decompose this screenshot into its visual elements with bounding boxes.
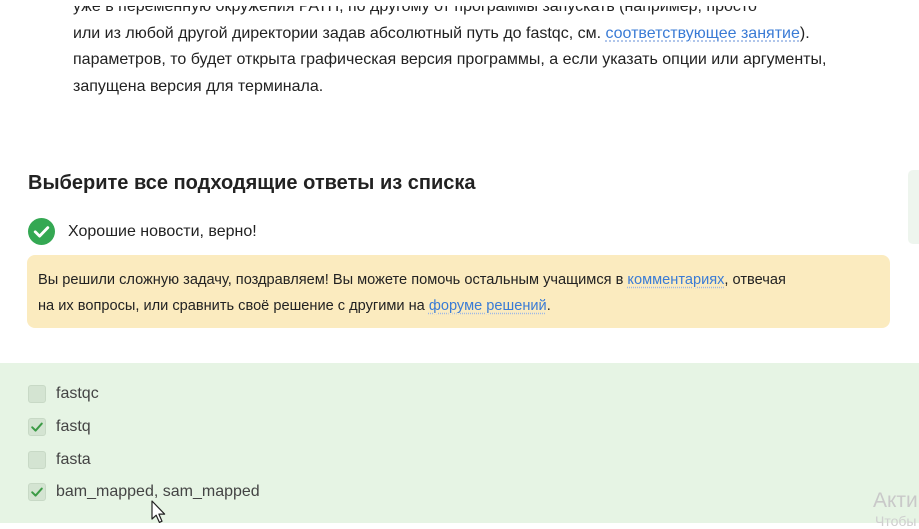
lesson-text-line-3: параметров, то будет открыта графическая… (73, 51, 827, 68)
lesson-text-line-2: или из любой другой директории задав абс… (73, 21, 919, 48)
lesson-text-line-2-start: или из любой другой директории задав абс… (73, 24, 606, 42)
lesson-link-related[interactable]: соответствующее занятие (605, 25, 799, 42)
option-checkbox[interactable] (28, 451, 46, 469)
congrats-line-1-start: Вы решили сложную задачу, поздравляем! В… (38, 272, 628, 288)
checkmark-icon (31, 487, 43, 497)
option-checkbox[interactable] (28, 483, 46, 501)
activation-watermark-subtitle: Чтобы (875, 513, 917, 529)
option-bam-sam-mapped[interactable]: bam_mapped, sam_mapped (28, 483, 260, 501)
option-label: bam_mapped, sam_mapped (56, 483, 260, 500)
congrats-line-1: Вы решили сложную задачу, поздравляем! В… (38, 268, 878, 294)
comments-link[interactable]: комментариях (627, 272, 724, 288)
checkmark-icon (31, 422, 43, 432)
option-label: fastqc (56, 385, 99, 402)
side-panel-edge (908, 170, 919, 244)
lesson-text-line-2-end: ). (799, 24, 810, 42)
answer-options-panel: fastqc fastq fasta bam_mapped, sam_mappe… (0, 363, 919, 523)
option-label: fastq (56, 418, 91, 435)
answer-status: Хорошие новости, верно! (28, 218, 257, 245)
congrats-line-2-end: . (546, 297, 551, 314)
option-fastq[interactable]: fastq (28, 418, 91, 436)
solutions-forum-link[interactable]: форуме решений (429, 298, 547, 314)
lesson-text-line-4: запущена версия для терминала. (73, 77, 324, 95)
question-title: Выберите все подходящие ответы из списка (28, 172, 476, 194)
check-circle-icon (28, 218, 55, 245)
congrats-line-1-end: , отвечая (724, 272, 786, 288)
lesson-text: уже в переменную окружения PATH, по друг… (73, 0, 919, 100)
congrats-line-2-start: на их вопросы, или сравнить своё решение… (38, 297, 429, 314)
option-fasta[interactable]: fasta (28, 451, 91, 469)
congrats-line-2: на их вопросы, или сравнить своё решение… (38, 294, 878, 320)
activation-watermark-title: Акти (873, 489, 918, 512)
mouse-cursor-icon (151, 500, 166, 523)
lesson-text-line-1: уже в переменную окружения PATH, по друг… (73, 0, 757, 15)
option-checkbox[interactable] (28, 385, 46, 403)
status-message: Хорошие новости, верно! (68, 222, 257, 240)
option-label: fasta (56, 451, 91, 468)
option-checkbox[interactable] (28, 418, 46, 436)
congrats-message-box: Вы решили сложную задачу, поздравляем! В… (27, 255, 890, 328)
option-fastqc[interactable]: fastqc (28, 385, 99, 403)
